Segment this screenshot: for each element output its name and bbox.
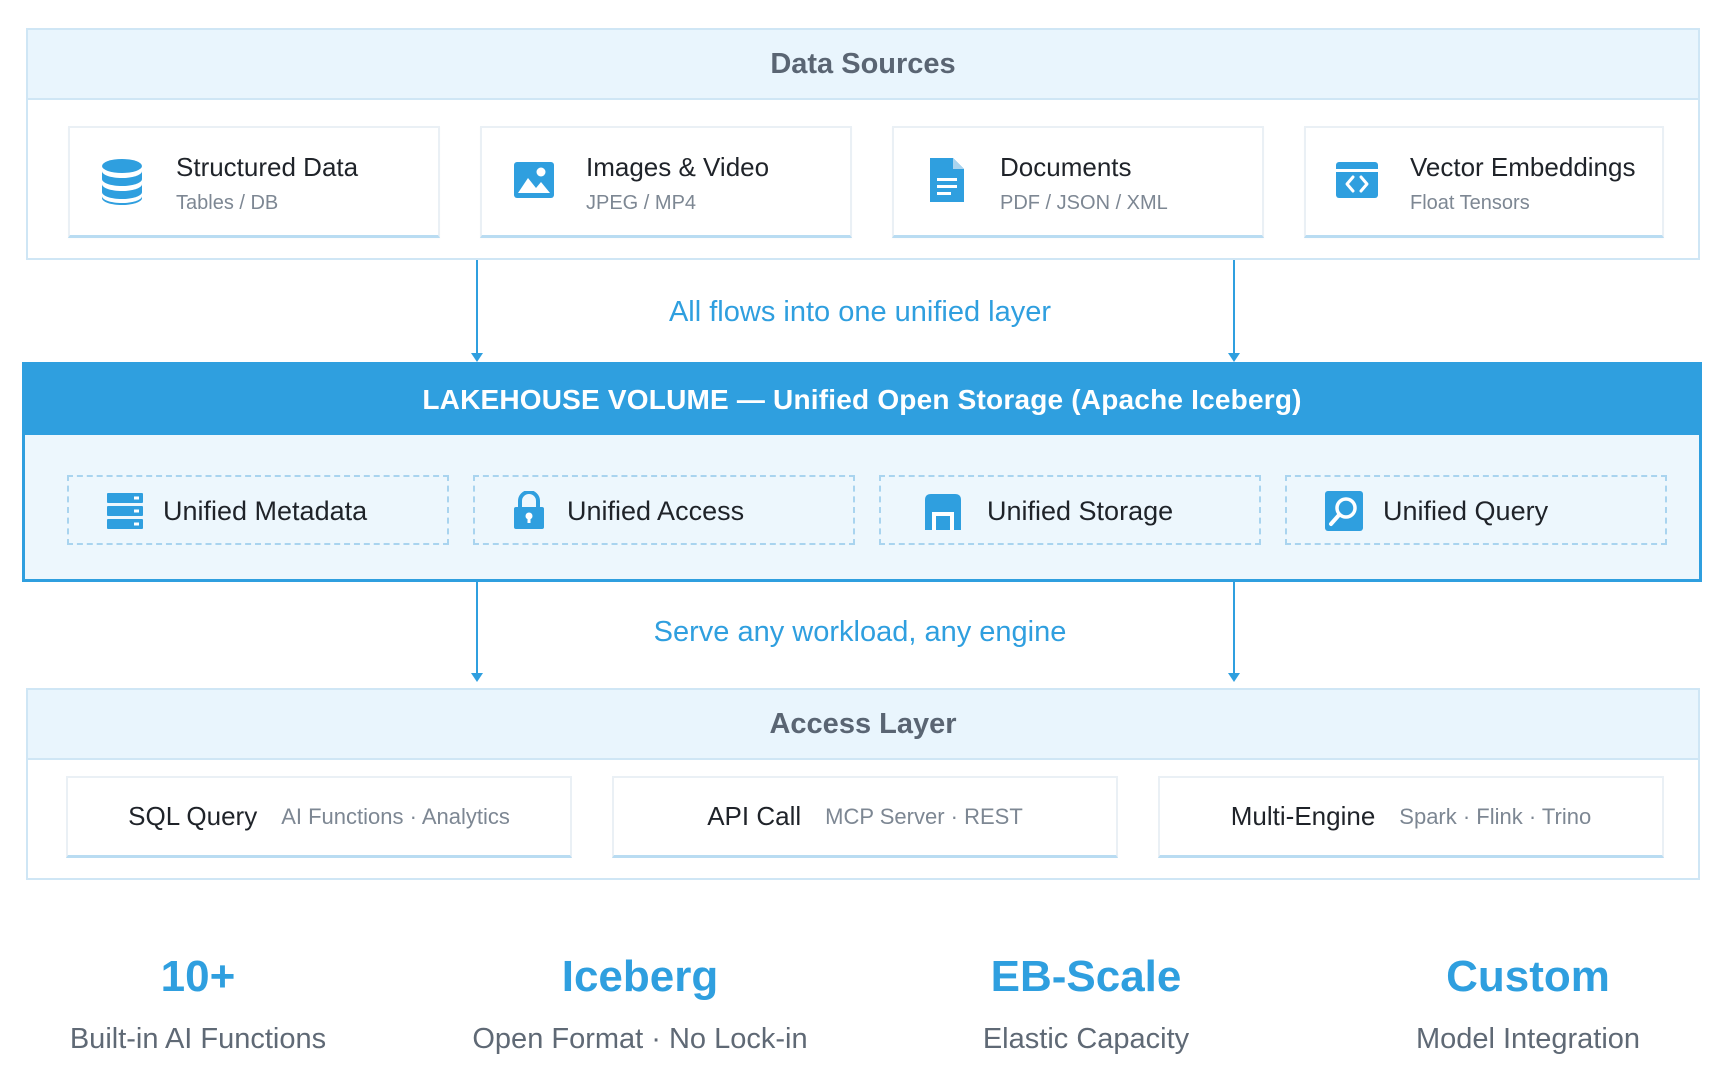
- feature-label: Unified Access: [567, 496, 745, 526]
- access-card-subtitle: MCP Server · REST: [825, 803, 1023, 829]
- stat-value: Custom: [1446, 952, 1610, 1001]
- data-sources-header: Data Sources: [28, 30, 1698, 100]
- source-card-structured-data: Structured Data Tables / DB: [68, 126, 440, 238]
- access-card-api-call: API Call MCP Server · REST: [612, 776, 1118, 858]
- feature-unified-storage: Unified Storage: [879, 475, 1261, 545]
- source-card-title: Documents: [1000, 152, 1132, 182]
- feature-unified-access: Unified Access: [473, 475, 855, 545]
- data-sources-title: Data Sources: [770, 47, 956, 80]
- access-card-subtitle: Spark · Flink · Trino: [1399, 803, 1592, 829]
- source-card-subtitle: PDF / JSON / XML: [1000, 192, 1168, 214]
- flow-label-top: All flows into one unified layer: [668, 296, 1052, 328]
- source-card-title: Vector Embeddings: [1410, 152, 1636, 182]
- access-card-multi-engine: Multi-Engine Spark · Flink · Trino: [1158, 776, 1664, 858]
- stat-value: Iceberg: [561, 952, 719, 1001]
- stat-label: Elastic Capacity: [982, 1023, 1190, 1055]
- arrow-down-icon: [471, 673, 483, 682]
- storage-icon: [925, 494, 961, 535]
- lakehouse-volume-panel: LAKEHOUSE VOLUME — Unified Open Storage …: [22, 362, 1702, 582]
- feature-label: Unified Query: [1383, 496, 1549, 526]
- source-card-subtitle: Float Tensors: [1410, 192, 1530, 214]
- stat-label: Open Format · No Lock-in: [472, 1023, 808, 1055]
- document-icon: [930, 158, 964, 207]
- access-card-title: Multi-Engine: [1230, 801, 1376, 831]
- feature-label: Unified Storage: [987, 496, 1174, 526]
- feature-label: Unified Metadata: [163, 496, 368, 526]
- source-card-subtitle: JPEG / MP4: [586, 192, 697, 214]
- stat-label: Model Integration: [1415, 1023, 1641, 1055]
- access-card-subtitle: AI Functions · Analytics: [281, 803, 510, 829]
- source-card-documents: Documents PDF / JSON / XML: [892, 126, 1264, 238]
- arrow-down-icon: [1228, 353, 1240, 362]
- source-card-vector-embeddings: Vector Embeddings Float Tensors: [1304, 126, 1664, 238]
- stat-value: 10+: [160, 952, 236, 1001]
- stat-custom: Custom Model Integration: [1308, 955, 1720, 1056]
- source-card-title: Structured Data: [176, 152, 359, 182]
- source-card-images-video: Images & Video JPEG / MP4: [480, 126, 852, 238]
- feature-unified-query: Unified Query: [1285, 475, 1667, 545]
- arrow-down-icon: [1228, 673, 1240, 682]
- access-layer-header: Access Layer: [28, 690, 1698, 760]
- access-layer-title: Access Layer: [769, 707, 957, 740]
- feature-unified-metadata: Unified Metadata: [67, 475, 449, 545]
- image-icon: [514, 162, 554, 203]
- search-icon: [1325, 491, 1363, 536]
- stat-value: EB-Scale: [990, 952, 1182, 1001]
- access-card-sql-query: SQL Query AI Functions · Analytics: [66, 776, 572, 858]
- server-stack-icon: [107, 493, 143, 534]
- source-card-title: Images & Video: [586, 152, 770, 182]
- stat-iceberg: Iceberg Open Format · No Lock-in: [420, 955, 860, 1056]
- data-sources-panel: Data Sources Structured Data Tables / DB…: [26, 28, 1700, 260]
- lakehouse-title: LAKEHOUSE VOLUME — Unified Open Storage …: [422, 384, 1302, 415]
- arrow-down-icon: [471, 353, 483, 362]
- access-card-title: SQL Query: [128, 801, 258, 831]
- database-icon: [100, 158, 144, 211]
- lock-icon: [513, 490, 545, 534]
- stat-ai-functions: 10+ Built-in AI Functions: [0, 955, 418, 1056]
- code-window-icon: [1336, 162, 1378, 203]
- source-card-subtitle: Tables / DB: [176, 192, 279, 214]
- stat-label: Built-in AI Functions: [69, 1023, 327, 1055]
- access-card-title: API Call: [707, 801, 802, 831]
- flow-label-bottom: Serve any workload, any engine: [653, 616, 1067, 648]
- stat-eb-scale: EB-Scale Elastic Capacity: [866, 955, 1306, 1056]
- lakehouse-header: LAKEHOUSE VOLUME — Unified Open Storage …: [25, 365, 1699, 435]
